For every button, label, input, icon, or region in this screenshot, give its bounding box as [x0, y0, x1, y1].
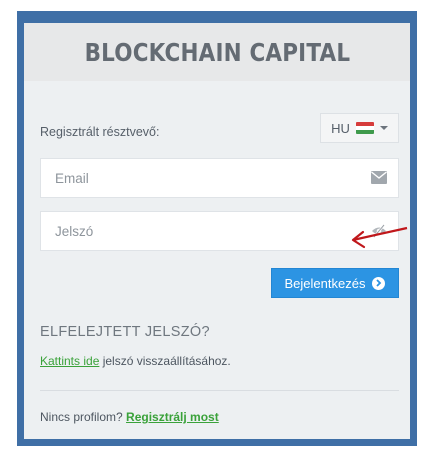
brand-title: BLOCKCHAIN CAPITAL [84, 37, 350, 67]
hungary-flag-icon [355, 122, 374, 134]
red-arrow-icon [351, 226, 408, 249]
password-field[interactable] [40, 211, 399, 251]
email-field[interactable] [40, 158, 399, 198]
password-input[interactable] [41, 212, 355, 250]
reset-password-link[interactable]: Kattints ide [40, 354, 99, 368]
login-button[interactable]: Bejelentkezés [271, 268, 399, 298]
signup-text: Nincs profilom? Regisztrálj most [40, 410, 219, 424]
signup-prompt: Nincs profilom? [40, 410, 127, 424]
language-selector[interactable]: HU [320, 113, 399, 143]
login-panel: BLOCKCHAIN CAPITAL Regisztrált résztvevő… [17, 11, 417, 446]
reset-password-suffix: jelszó visszaállításához. [99, 354, 231, 368]
caret-down-icon [379, 126, 388, 130]
register-link[interactable]: Regisztrálj most [126, 410, 219, 424]
brand-header: BLOCKCHAIN CAPITAL [24, 23, 410, 81]
login-button-label: Bejelentkezés [284, 275, 366, 291]
email-input[interactable] [41, 159, 355, 197]
registered-participant-label: Regisztrált résztvevő: [40, 125, 160, 139]
forgot-password-title: ELFELEJTETT JELSZÓ? [40, 324, 210, 340]
language-code: HU [331, 120, 350, 136]
circle-chevron-right-icon [372, 276, 386, 290]
envelope-icon [371, 171, 387, 189]
password-reset-text: Kattints ide jelszó visszaállításához. [40, 354, 231, 368]
divider [40, 390, 399, 391]
